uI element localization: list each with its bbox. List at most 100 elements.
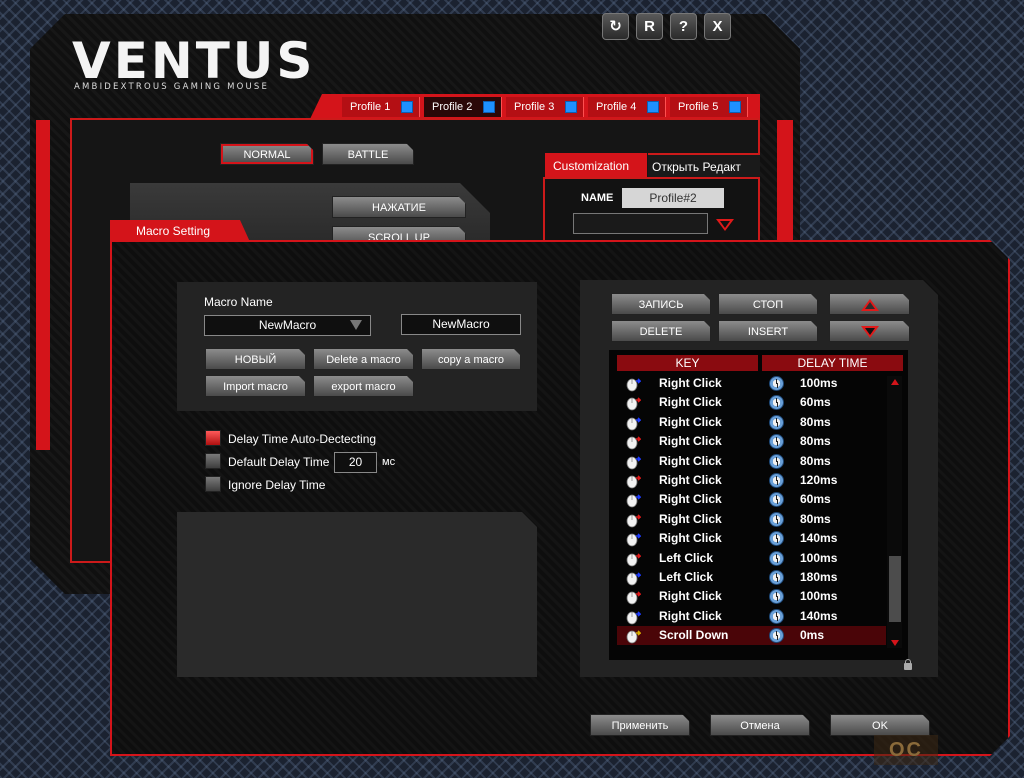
- tab-profile-2[interactable]: Profile 2: [424, 97, 502, 117]
- ignore-delay-checkbox[interactable]: [205, 476, 221, 492]
- tab-profile-3[interactable]: Profile 3: [506, 97, 584, 117]
- auto-detect-label: Delay Time Auto-Dectecting: [228, 432, 377, 446]
- ignore-delay-label: Ignore Delay Time: [228, 478, 326, 492]
- scroll-up-arrow-icon[interactable]: [891, 379, 899, 385]
- mouse-click-icon: [626, 494, 641, 508]
- export-macro-button[interactable]: export macro: [313, 375, 414, 397]
- move-down-button[interactable]: [829, 320, 910, 342]
- default-delay-input[interactable]: 20: [334, 452, 377, 473]
- step-delay: 80ms: [800, 415, 831, 429]
- mouse-click-icon: [626, 553, 641, 567]
- new-macro-button[interactable]: НОВЫЙ: [205, 348, 306, 370]
- insert-step-button[interactable]: INSERT: [718, 320, 818, 342]
- clock-icon: [769, 395, 784, 410]
- step-key: Right Click: [659, 512, 722, 526]
- right-accent-bar: [777, 120, 793, 240]
- help-button[interactable]: ?: [670, 13, 697, 40]
- refresh-icon[interactable]: ↻: [602, 13, 629, 40]
- table-row[interactable]: Left Click 100ms: [617, 549, 886, 568]
- step-key: Right Click: [659, 492, 722, 506]
- step-delay: 60ms: [800, 395, 831, 409]
- clock-icon: [769, 492, 784, 507]
- clock-icon: [769, 473, 784, 488]
- ok-button[interactable]: OK: [830, 714, 930, 736]
- profile-color-indicator: [401, 101, 413, 113]
- step-delay: 80ms: [800, 434, 831, 448]
- table-row[interactable]: Right Click 60ms: [617, 393, 886, 412]
- default-delay-label: Default Delay Time: [228, 455, 330, 469]
- move-up-button[interactable]: [829, 293, 910, 315]
- table-row[interactable]: Right Click 80ms: [617, 510, 886, 529]
- table-row[interactable]: Right Click 120ms: [617, 471, 886, 490]
- default-delay-checkbox[interactable]: [205, 453, 221, 469]
- scrollbar-thumb[interactable]: [889, 556, 901, 622]
- tab-profile-1[interactable]: Profile 1: [342, 97, 420, 117]
- clock-icon: [769, 454, 784, 469]
- table-row[interactable]: Right Click 140ms: [617, 607, 886, 626]
- macro-preview-panel: [177, 512, 537, 677]
- reset-button[interactable]: R: [636, 13, 663, 40]
- mouse-click-icon: [626, 456, 641, 470]
- close-button[interactable]: X: [704, 13, 731, 40]
- delete-macro-button[interactable]: Delete a macro: [313, 348, 414, 370]
- macro-name-input[interactable]: NewMacro: [401, 314, 521, 335]
- table-row[interactable]: Right Click 80ms: [617, 413, 886, 432]
- step-key: Right Click: [659, 473, 722, 487]
- table-row[interactable]: Right Click 80ms: [617, 432, 886, 451]
- step-delay: 100ms: [800, 376, 838, 390]
- delete-step-button[interactable]: DELETE: [611, 320, 711, 342]
- apply-button[interactable]: Применить: [590, 714, 690, 736]
- clock-icon: [769, 570, 784, 585]
- copy-macro-button[interactable]: copy a macro: [421, 348, 521, 370]
- scroll-down-arrow-icon[interactable]: [891, 640, 899, 646]
- step-key: Left Click: [659, 570, 714, 584]
- profile-color-indicator: [729, 101, 741, 113]
- step-key: Right Click: [659, 395, 722, 409]
- table-row[interactable]: Left Click 180ms: [617, 568, 886, 587]
- tab-profile-5[interactable]: Profile 5: [670, 97, 748, 117]
- profile-name-label: NAME: [581, 192, 614, 204]
- tab-customization[interactable]: Customization: [545, 153, 647, 178]
- clock-icon: [769, 531, 784, 546]
- stop-button[interactable]: СТОП: [718, 293, 818, 315]
- profile-secondary-field[interactable]: [573, 213, 708, 234]
- clock-icon: [769, 434, 784, 449]
- mode-normal-button[interactable]: NORMAL: [220, 143, 314, 165]
- record-button[interactable]: ЗАПИСЬ: [611, 293, 711, 315]
- mouse-click-icon: [626, 378, 641, 392]
- dropdown-arrow-icon[interactable]: [716, 219, 734, 231]
- profile-color-indicator: [565, 101, 577, 113]
- table-row[interactable]: Right Click 140ms: [617, 529, 886, 548]
- clock-icon: [769, 609, 784, 624]
- step-key: Right Click: [659, 531, 722, 545]
- column-header-delay: DELAY TIME: [762, 355, 903, 371]
- mouse-click-icon: [626, 436, 641, 450]
- clock-icon: [769, 551, 784, 566]
- press-button[interactable]: НАЖАТИЕ: [332, 196, 466, 218]
- delay-unit-label: мс: [382, 456, 396, 468]
- table-row[interactable]: Right Click 80ms: [617, 452, 886, 471]
- step-key: Right Click: [659, 609, 722, 623]
- step-key: Left Click: [659, 551, 714, 565]
- table-row[interactable]: Right Click 60ms: [617, 490, 886, 509]
- tab-open-editor[interactable]: Открыть Редакт: [648, 153, 760, 178]
- cancel-button[interactable]: Отмена: [710, 714, 810, 736]
- clock-icon: [769, 512, 784, 527]
- profile-color-indicator: [483, 101, 495, 113]
- tab-label: Profile 5: [678, 101, 719, 113]
- table-row[interactable]: Scroll Down 0ms: [617, 626, 886, 645]
- auto-detect-checkbox[interactable]: [205, 430, 221, 446]
- table-row[interactable]: Right Click 100ms: [617, 374, 886, 393]
- chevron-down-icon: [350, 320, 362, 330]
- tab-profile-4[interactable]: Profile 4: [588, 97, 666, 117]
- tab-label: Profile 2: [432, 101, 473, 113]
- mode-battle-button[interactable]: BATTLE: [322, 143, 414, 165]
- profile-name-field[interactable]: Profile#2: [622, 188, 724, 208]
- step-delay: 100ms: [800, 589, 838, 603]
- step-key: Right Click: [659, 376, 722, 390]
- import-macro-button[interactable]: Import macro: [205, 375, 306, 397]
- step-delay: 140ms: [800, 531, 838, 545]
- macro-select[interactable]: NewMacro: [204, 315, 371, 336]
- step-key: Right Click: [659, 454, 722, 468]
- table-row[interactable]: Right Click 100ms: [617, 587, 886, 606]
